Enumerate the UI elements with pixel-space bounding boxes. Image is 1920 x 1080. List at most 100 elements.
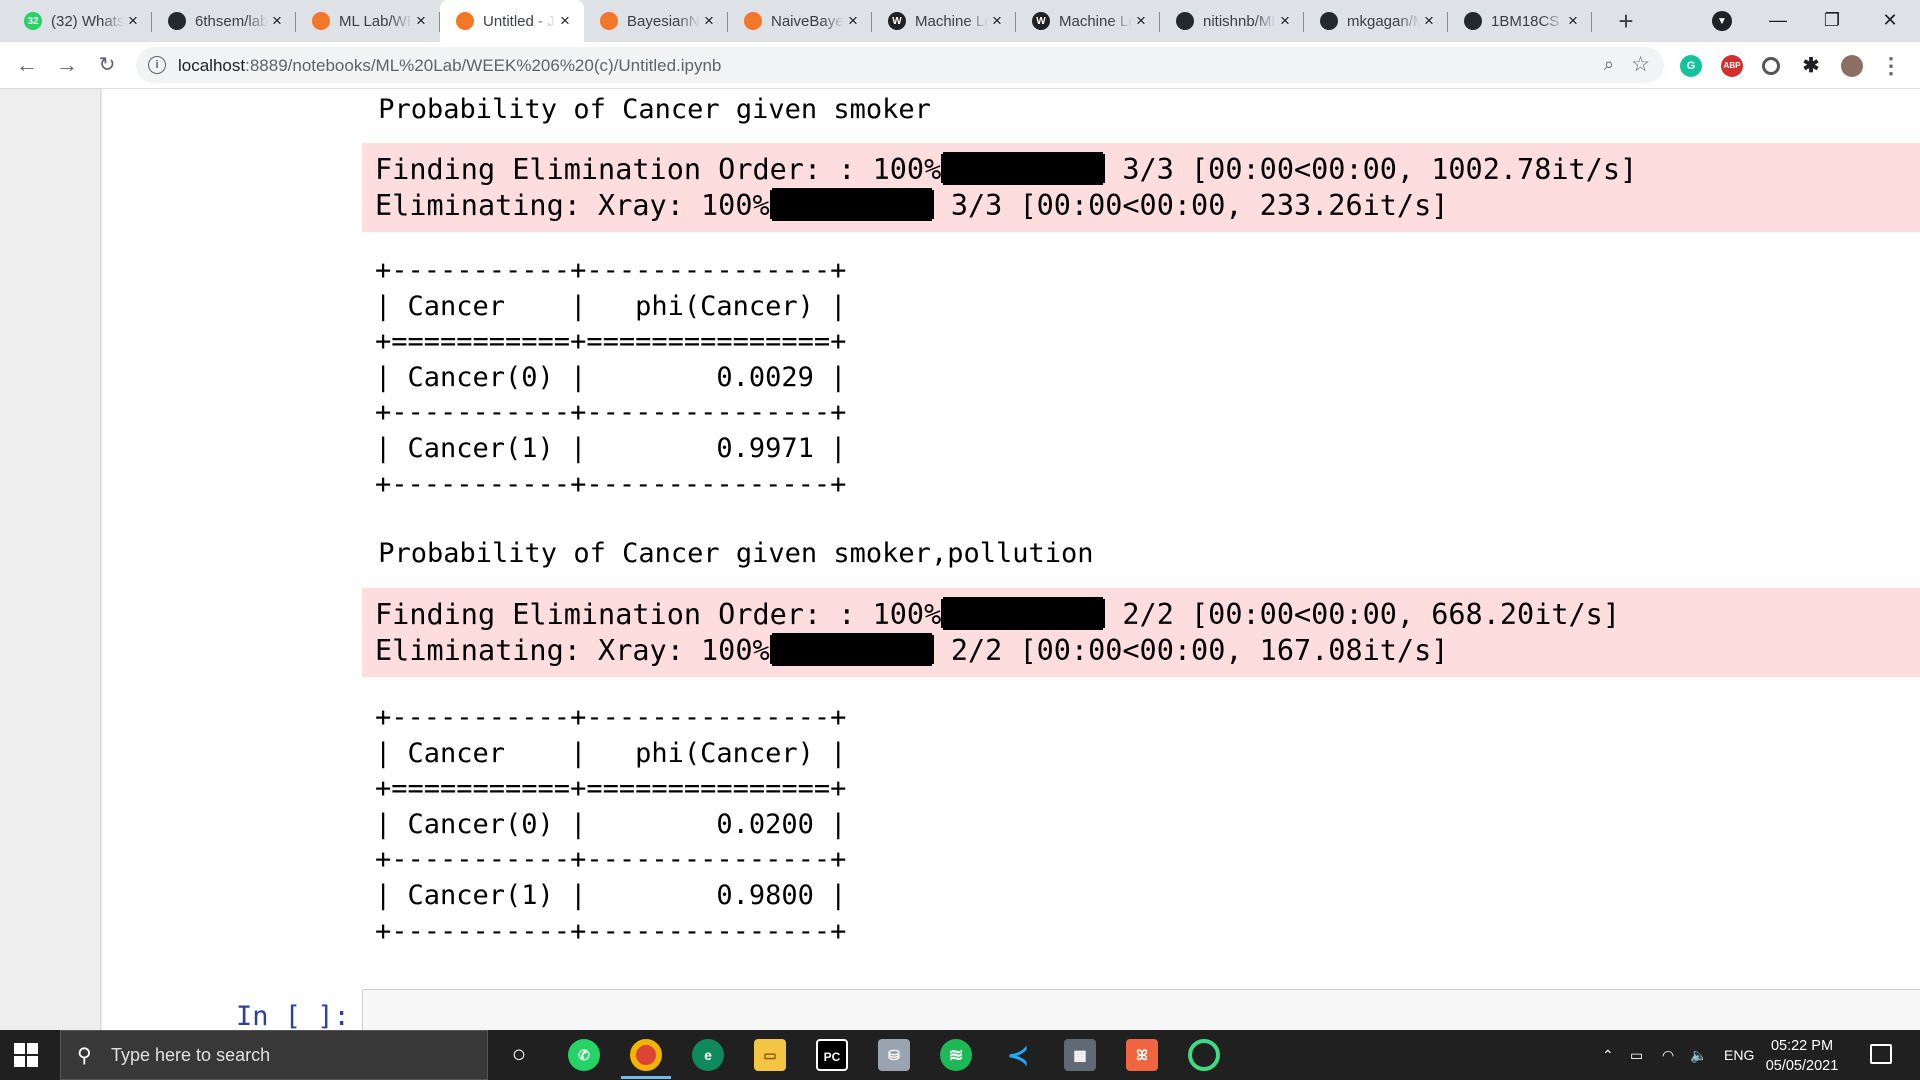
browser-tab[interactable]: BayesianNetwork× (584, 0, 728, 42)
whatsapp-taskbar-icon[interactable]: ✆ (568, 1039, 600, 1071)
site-info-icon[interactable]: i (148, 56, 166, 74)
file-explorer-icon[interactable]: ▭ (754, 1039, 786, 1071)
progress-label: Eliminating: Xray: 100% (375, 633, 770, 667)
tab-close-icon[interactable]: × (1420, 11, 1438, 31)
tab-title: 6thsem/lab (195, 12, 268, 30)
pycharm-taskbar-icon[interactable]: PC (816, 1039, 848, 1071)
battery-icon[interactable]: ▭ (1630, 1030, 1643, 1080)
jupyter-notebook-icon (600, 12, 618, 30)
bookmark-star-icon[interactable]: ☆ (1631, 52, 1650, 77)
chrome-active-indicator (621, 1076, 671, 1079)
browser-menu-icon[interactable]: ⋮ (1880, 55, 1902, 77)
jupyter-icon (312, 12, 330, 30)
vscode-taskbar-icon[interactable]: ≺ (1002, 1039, 1034, 1071)
progress-label: Finding Elimination Order: : 100% (375, 598, 942, 631)
close-window-icon[interactable]: ✕ (1860, 0, 1920, 40)
minimize-icon[interactable]: — (1748, 0, 1808, 40)
tab-search-icon[interactable]: ▼ (1712, 11, 1732, 31)
tab-close-icon[interactable]: × (268, 11, 286, 31)
windows-taskbar: ⚲ Type here to search ○ ✆ e ▭ PC ⛁ ≋ ≺ ▦… (0, 1030, 1920, 1080)
wikipedia-icon: W (1032, 12, 1050, 30)
grammarly-extension-icon[interactable]: G (1680, 55, 1702, 77)
new-tab-button[interactable]: + (1609, 4, 1643, 38)
forward-arrow-icon[interactable]: → (52, 50, 82, 80)
spotify-taskbar-icon[interactable]: ≋ (940, 1039, 972, 1071)
browser-toolbar: ← → ↻ i localhost:8889/notebooks/ML%20La… (0, 42, 1920, 89)
input-prompt: In [ ]: (236, 1001, 350, 1032)
progress-stats: 2/2 [00:00<00:00, 668.20it/s] (1105, 598, 1620, 631)
progress-bar-fill (943, 597, 1104, 630)
extensions-puzzle-icon[interactable]: ✱ (1800, 55, 1822, 77)
tab-close-icon[interactable]: × (1276, 11, 1294, 31)
clock-date: 05/05/2021 (1765, 1058, 1839, 1074)
browser-tab[interactable]: nitishnb/ML × (1160, 0, 1304, 42)
browser-tab[interactable]: NaiveBayes × (728, 0, 872, 42)
back-arrow-icon[interactable]: ← (12, 50, 42, 80)
tab-close-icon[interactable]: × (1132, 11, 1150, 31)
tab-close-icon[interactable]: × (124, 11, 142, 31)
github-icon (168, 12, 186, 30)
github-icon (1176, 12, 1194, 30)
tray-chevron-icon[interactable]: ⌃ (1602, 1030, 1614, 1080)
progress-line: Eliminating: Xray: 100% 3/3 [00:00<00:00… (375, 187, 1920, 224)
phi-table-output: +-----------+---------------+ | Cancer |… (375, 702, 847, 947)
windows-start-icon[interactable] (14, 1043, 40, 1069)
output-heading: Probability of Cancer given smoker (362, 94, 931, 125)
cortana-icon[interactable]: ○ (503, 1039, 535, 1071)
browser-tab[interactable]: mkgagan/ML× (1304, 0, 1448, 42)
browser-tab[interactable]: ML Lab/WEEK× (296, 0, 440, 42)
volume-icon[interactable]: 🔈 (1690, 1030, 1707, 1080)
taskbar-search-box[interactable]: ⚲ Type here to search (60, 1030, 488, 1080)
tab-title: (32) WhatsApp (51, 12, 124, 30)
progress-line: Finding Elimination Order: : 100% 2/2 [0… (375, 597, 1920, 633)
chrome-taskbar-icon[interactable] (630, 1039, 662, 1071)
tab-title: ML Lab/WEEK (339, 12, 412, 30)
tab-title: NaiveBayes (771, 12, 844, 30)
wifi-icon[interactable]: ◠ (1662, 1030, 1674, 1080)
calculator-taskbar-icon[interactable]: ▦ (1064, 1039, 1096, 1071)
browser-tab[interactable]: 6thsem/lab × (152, 0, 296, 42)
browser-tab[interactable]: Untitled - Jupyter× (440, 0, 584, 42)
profile-avatar[interactable] (1841, 55, 1863, 77)
tab-close-icon[interactable]: × (844, 11, 862, 31)
search-icon: ⚲ (77, 1045, 92, 1067)
tab-close-icon[interactable]: × (988, 11, 1006, 31)
tab-close-icon[interactable]: × (412, 11, 430, 31)
zoom-icon[interactable]: ⌕ (1604, 54, 1614, 75)
address-bar[interactable]: i localhost:8889/notebooks/ML%20Lab/WEEK… (136, 47, 1664, 83)
restore-icon[interactable]: ❐ (1802, 0, 1862, 40)
notification-center-icon[interactable] (1870, 1044, 1892, 1064)
tab-title: Machine Learning (1059, 12, 1132, 30)
tab-close-icon[interactable]: × (556, 11, 574, 31)
loading-app-icon[interactable] (1188, 1039, 1220, 1071)
xampp-taskbar-icon[interactable]: ꕤ (1126, 1039, 1158, 1071)
browser-tab[interactable]: 1BM18CS × (1448, 0, 1592, 42)
tab-title: Untitled - Jupyter (483, 12, 556, 30)
jupyter-notebook-icon (456, 12, 474, 30)
taskbar-clock[interactable]: 05:22 PM 05/05/2021 (1757, 1036, 1847, 1076)
progress-bar-fill (771, 632, 932, 666)
language-indicator[interactable]: ENG (1724, 1030, 1754, 1080)
adblock-extension-icon[interactable]: ABP (1721, 55, 1743, 77)
whatsapp-icon: 32 (24, 12, 42, 30)
browser-tab[interactable]: W Machine Learning× (872, 0, 1016, 42)
tab-separator (1591, 12, 1592, 32)
tab-title: BayesianNetwork (627, 12, 700, 30)
tab-title: nitishnb/ML (1203, 12, 1276, 30)
tab-close-icon[interactable]: × (700, 11, 718, 31)
progress-bar-fill (943, 152, 1104, 185)
browser-tab[interactable]: 32 (32) WhatsApp× (8, 0, 152, 42)
url-text[interactable]: localhost:8889/notebooks/ML%20Lab/WEEK%2… (178, 56, 721, 76)
database-taskbar-icon[interactable]: ⛁ (878, 1039, 910, 1071)
browser-tab[interactable]: W Machine Learning× (1016, 0, 1160, 42)
browser-tab-strip: + ▼ — ❐ ✕ 32(32) WhatsApp×6thsem/lab×ML … (0, 0, 1920, 42)
progress-stats: 3/3 [00:00<00:00, 1002.78it/s] (1105, 153, 1638, 186)
reload-icon[interactable]: ↻ (92, 50, 122, 80)
progress-bar-fill (771, 187, 932, 221)
tab-close-icon[interactable]: × (1564, 11, 1582, 31)
clock-time: 05:22 PM (1770, 1038, 1834, 1054)
progress-label: Eliminating: Xray: 100% (375, 188, 770, 222)
extension-circle-icon[interactable] (1762, 57, 1780, 75)
stderr-output: Finding Elimination Order: : 100% 3/3 [0… (362, 143, 1920, 232)
edge-taskbar-icon[interactable]: e (692, 1039, 724, 1071)
